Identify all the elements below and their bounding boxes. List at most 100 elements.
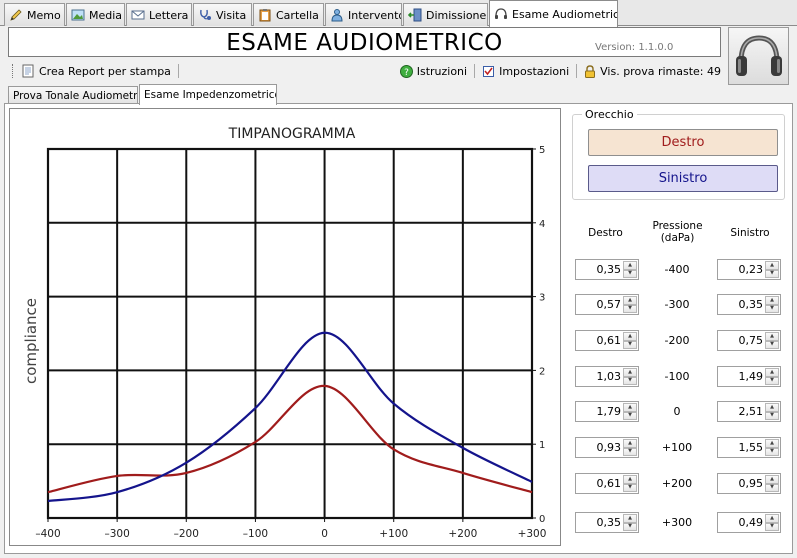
version-label: Version: 1.1.0.0 [595,42,674,53]
y-tick-label: 2 [539,366,545,377]
spin-down-icon[interactable]: ▼ [623,269,637,278]
spin-down-icon[interactable]: ▼ [623,340,637,349]
top-tab-bar: Memo Media Lettera Visita Cartella Inter… [0,0,797,27]
spin-down-icon[interactable]: ▼ [765,304,779,313]
left-value: 0,49 [738,516,764,529]
spin-down-icon[interactable]: ▼ [623,447,637,456]
tab-cartella[interactable]: Cartella [253,3,324,26]
spin-down-icon[interactable]: ▼ [623,522,637,531]
chart-series [47,331,533,503]
spin-down-icon[interactable]: ▼ [765,411,779,420]
sinistro-button[interactable]: Sinistro [588,165,778,192]
right-spinbox[interactable]: 1,79 ▲ ▼ [575,401,639,422]
tab-visita[interactable]: Visita [193,3,252,26]
spin-up-icon[interactable]: ▲ [765,261,779,270]
left-spinbox[interactable]: 0,95 ▲ ▼ [717,473,781,494]
spin-buttons: ▲ ▼ [765,261,779,278]
left-spinbox[interactable]: 1,49 ▲ ▼ [717,366,781,387]
subtab-label: Prova Tonale Audiometria [13,90,138,102]
spin-down-icon[interactable]: ▼ [765,522,779,531]
tab-intervento[interactable]: Intervento [325,3,402,26]
spin-down-icon[interactable]: ▼ [765,376,779,385]
right-spinbox[interactable]: 1,03 ▲ ▼ [575,366,639,387]
impostazioni-label: Impostazioni [499,64,570,78]
spin-up-icon[interactable]: ▲ [623,332,637,341]
chart-grid [46,147,536,522]
plot-frame [46,147,534,520]
document-icon [22,64,34,78]
spin-buttons: ▲ ▼ [623,403,637,420]
spin-buttons: ▲ ▼ [623,332,637,349]
spin-down-icon[interactable]: ▼ [765,447,779,456]
spin-up-icon[interactable]: ▲ [623,439,637,448]
spin-buttons: ▲ ▼ [623,439,637,456]
spin-buttons: ▲ ▼ [623,368,637,385]
spin-down-icon[interactable]: ▼ [623,411,637,420]
y-tick-label: 0 [539,514,545,525]
spin-buttons: ▲ ▼ [765,403,779,420]
main-panel: –400 –300 –200 –100 0 +100 +200 +300 0 1 2 3 4 5 TIMP… [4,103,793,554]
spin-up-icon[interactable]: ▲ [765,439,779,448]
right-spinbox[interactable]: 0,61 ▲ ▼ [575,473,639,494]
right-spinbox[interactable]: 0,35 ▲ ▼ [575,259,639,280]
spin-buttons: ▲ ▼ [765,332,779,349]
left-spinbox[interactable]: 0,23 ▲ ▼ [717,259,781,280]
spin-up-icon[interactable]: ▲ [765,403,779,412]
left-spinbox[interactable]: 0,35 ▲ ▼ [717,294,781,315]
spin-up-icon[interactable]: ▲ [623,475,637,484]
subtab-label: Esame Impedenzometrico [144,89,277,101]
right-value: 1,03 [596,370,622,383]
spin-up-icon[interactable]: ▲ [765,332,779,341]
left-spinbox[interactable]: 1,55 ▲ ▼ [717,437,781,458]
spin-up-icon[interactable]: ▲ [623,514,637,523]
spin-down-icon[interactable]: ▼ [623,483,637,492]
left-spinbox[interactable]: 0,75 ▲ ▼ [717,330,781,351]
left-value: 0,35 [738,298,764,311]
subtab-esame-impedenzometrico[interactable]: Esame Impedenzometrico [139,84,277,105]
spin-buttons: ▲ ▼ [765,514,779,531]
tab-memo[interactable]: Memo [4,3,65,26]
left-value: 0,75 [738,334,764,347]
left-spinbox[interactable]: 0,49 ▲ ▼ [717,512,781,533]
spin-up-icon[interactable]: ▲ [623,261,637,270]
pressure-value: -300 [664,298,690,311]
right-spinbox[interactable]: 0,61 ▲ ▼ [575,330,639,351]
left-spinbox[interactable]: 2,51 ▲ ▼ [717,401,781,422]
destro-button[interactable]: Destro [588,129,778,156]
spin-down-icon[interactable]: ▼ [765,483,779,492]
spin-down-icon[interactable]: ▼ [765,269,779,278]
tab-dimissione[interactable]: Dimissione [403,3,488,26]
right-spinbox[interactable]: 0,35 ▲ ▼ [575,512,639,533]
vis-prova-status: Vis. prova rimaste: 49 [584,65,721,78]
spin-up-icon[interactable]: ▲ [765,368,779,377]
pressure-value: +200 [661,477,693,490]
spin-up-icon[interactable]: ▲ [623,296,637,305]
left-value: 1,55 [738,441,764,454]
x-tick-label: +100 [379,528,408,540]
spin-up-icon[interactable]: ▲ [765,296,779,305]
istruzioni-button[interactable]: ? Istruzioni [399,64,467,78]
spin-down-icon[interactable]: ▼ [623,304,637,313]
spin-up-icon[interactable]: ▲ [765,475,779,484]
create-report-button[interactable]: Crea Report per stampa [21,64,171,78]
right-spinbox[interactable]: 0,93 ▲ ▼ [575,437,639,458]
tab-lettera[interactable]: Lettera [126,3,192,26]
tab-esame-audiometrico[interactable]: Esame Audiometrico [489,0,618,27]
spin-up-icon[interactable]: ▲ [623,368,637,377]
right-spinbox[interactable]: 0,57 ▲ ▼ [575,294,639,315]
checklist-icon [483,65,495,77]
pressure-value: +100 [661,441,693,454]
tab-label: Dimissione [426,8,487,22]
impostazioni-button[interactable]: Impostazioni [482,65,569,78]
x-tick-label: 0 [321,528,328,540]
tab-media[interactable]: Media [66,3,125,26]
spin-up-icon[interactable]: ▲ [623,403,637,412]
spin-up-icon[interactable]: ▲ [765,514,779,523]
picture-icon [71,9,85,21]
svg-text:?: ? [404,68,409,78]
headphones-small-icon [495,8,507,19]
pressure-value: -100 [664,370,690,383]
spin-down-icon[interactable]: ▼ [765,340,779,349]
exit-door-icon [408,8,422,22]
spin-down-icon[interactable]: ▼ [623,376,637,385]
